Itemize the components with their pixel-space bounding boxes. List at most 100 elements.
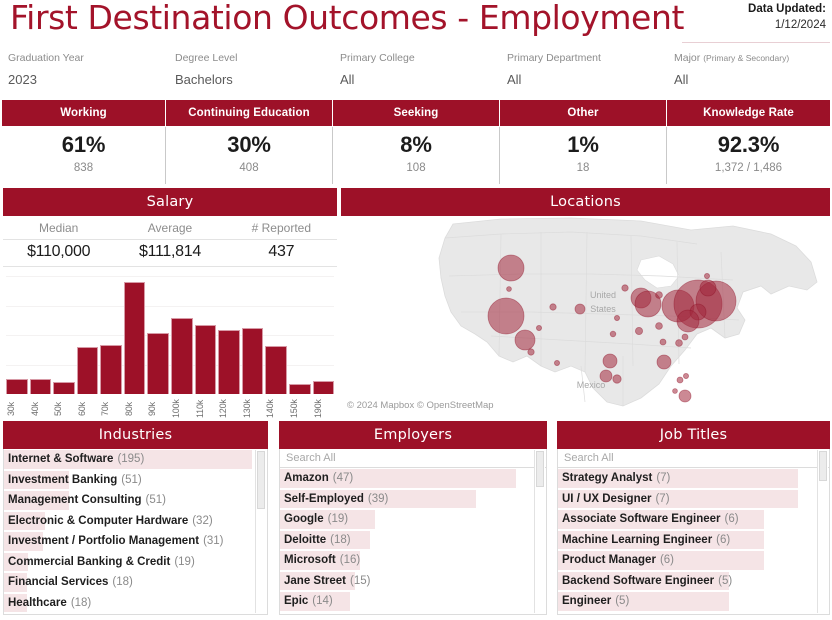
kpi-tile-seeking[interactable]: Seeking 8% 108 bbox=[333, 100, 499, 184]
kpi-tile-knowledge-rate[interactable]: Knowledge Rate 92.3% 1,372 / 1,486 bbox=[667, 100, 830, 184]
list-item-count: (6) bbox=[716, 533, 731, 546]
list-item[interactable]: Jane Street (15) bbox=[280, 571, 546, 592]
list-item[interactable]: Investment Banking (51) bbox=[4, 470, 267, 491]
histogram-bar[interactable] bbox=[76, 346, 99, 394]
list-item[interactable]: Google (19) bbox=[280, 509, 546, 530]
page-title: First Destination Outcomes - Employment bbox=[10, 0, 685, 37]
filter-graduation-year[interactable]: Graduation Year 2023 bbox=[8, 52, 84, 87]
histogram-tick-label: 70k bbox=[100, 402, 111, 416]
list-item-label: Amazon bbox=[284, 472, 329, 485]
list-item[interactable]: UI / UX Designer (7) bbox=[558, 489, 829, 510]
filter-degree-level[interactable]: Degree Level Bachelors bbox=[175, 52, 237, 87]
scrollbar-thumb[interactable] bbox=[819, 451, 827, 481]
kpi-tile-other[interactable]: Other 1% 18 bbox=[500, 100, 666, 184]
industries-scrollbar[interactable] bbox=[255, 450, 266, 613]
list-item[interactable]: Machine Learning Engineer (6) bbox=[558, 530, 829, 551]
list-item[interactable]: Commercial Banking & Credit (19) bbox=[4, 552, 267, 573]
filter-label: Primary College bbox=[340, 52, 415, 64]
list-item-label: Electronic & Computer Hardware bbox=[8, 514, 189, 527]
salary-stat-label: # Reported bbox=[251, 221, 311, 235]
filter-value[interactable]: All bbox=[507, 72, 601, 87]
list-item[interactable]: Management Consulting (51) bbox=[4, 490, 267, 511]
job-titles-panel-title: Job Titles bbox=[557, 421, 830, 449]
locations-panel: Locations United States Mexico © 2024 Ma… bbox=[341, 188, 830, 413]
job-titles-search-input[interactable]: Search All bbox=[558, 449, 829, 468]
industries-panel: Industries Internet & Software (195) Inves… bbox=[3, 421, 268, 615]
salary-stat-value: $111,814 bbox=[139, 243, 201, 260]
list-item[interactable]: Electronic & Computer Hardware (32) bbox=[4, 511, 267, 532]
histogram-bar[interactable] bbox=[29, 379, 52, 394]
filter-primary-college[interactable]: Primary College All bbox=[340, 52, 415, 87]
map-label-states: States bbox=[590, 304, 616, 314]
job-titles-rows: Strategy Analyst (7) UI / UX Designer (7) As… bbox=[558, 468, 829, 612]
histogram-bar[interactable] bbox=[123, 281, 146, 394]
list-item[interactable]: Microsoft (16) bbox=[280, 550, 546, 571]
histogram-bar[interactable] bbox=[218, 329, 240, 394]
kpi-subvalue: 838 bbox=[73, 162, 94, 174]
list-item-count: (18) bbox=[330, 533, 351, 546]
list-item-label: Product Manager bbox=[562, 554, 656, 567]
filter-value[interactable]: 2023 bbox=[8, 72, 84, 87]
histogram-bar[interactable] bbox=[241, 327, 264, 394]
histogram-bar[interactable] bbox=[312, 380, 335, 394]
kpi-tile-working[interactable]: Working 61% 838 bbox=[2, 100, 165, 184]
list-item-label: Backend Software Engineer bbox=[562, 574, 715, 587]
list-item-count: (18) bbox=[112, 576, 133, 589]
histogram-bar[interactable] bbox=[171, 317, 193, 394]
list-item[interactable]: Product Manager (6) bbox=[558, 550, 829, 571]
job-titles-scrollbar[interactable] bbox=[817, 450, 828, 613]
kpi-tile-continuing-education[interactable]: Continuing Education 30% 408 bbox=[166, 100, 332, 184]
list-item[interactable]: Strategy Analyst (7) bbox=[558, 468, 829, 489]
list-item-label: Google bbox=[284, 513, 324, 526]
list-item[interactable]: Engineer (5) bbox=[558, 591, 829, 612]
list-item-count: (5) bbox=[718, 574, 733, 587]
filter-value[interactable]: Bachelors bbox=[175, 72, 237, 87]
employers-scrollbar[interactable] bbox=[534, 450, 545, 613]
title-zone: First Destination Outcomes - Employment … bbox=[0, 0, 832, 44]
employers-list-body: Search All Amazon (47) Self-Employed (39) Go… bbox=[279, 449, 547, 615]
histogram-bar[interactable] bbox=[100, 344, 122, 394]
map-label-united: United bbox=[590, 290, 616, 300]
list-item-label: Deloitte bbox=[284, 533, 327, 546]
map-canvas[interactable]: United States Mexico © 2024 Mapbox © Ope… bbox=[341, 216, 830, 413]
histogram-bar[interactable] bbox=[147, 333, 170, 394]
list-item[interactable]: Amazon (47) bbox=[280, 468, 546, 489]
list-item[interactable]: Backend Software Engineer (5) bbox=[558, 571, 829, 592]
filter-label-text: Major bbox=[674, 52, 701, 64]
filter-major[interactable]: Major (Primary & Secondary) All bbox=[674, 52, 789, 87]
list-item-label: Epic bbox=[284, 595, 309, 608]
list-item[interactable]: Investment / Portfolio Management (31) bbox=[4, 531, 267, 552]
histogram-tick-label: 100k bbox=[171, 399, 182, 419]
scrollbar-thumb[interactable] bbox=[257, 451, 265, 509]
histogram-tick-label: 120k bbox=[218, 399, 229, 419]
list-item-count: (6) bbox=[659, 554, 674, 567]
bottom-row: Industries Internet & Software (195) Inves… bbox=[0, 421, 832, 617]
map-graphic: United States Mexico bbox=[341, 216, 830, 413]
filter-primary-department[interactable]: Primary Department All bbox=[507, 52, 601, 87]
employers-search-input[interactable]: Search All bbox=[280, 449, 546, 468]
histogram-bar[interactable] bbox=[6, 379, 28, 394]
scrollbar-thumb[interactable] bbox=[536, 451, 544, 487]
kpi-value: 8% bbox=[400, 132, 432, 157]
kpi-divider bbox=[332, 127, 333, 184]
list-item[interactable]: Deloitte (18) bbox=[280, 530, 546, 551]
map-label-mexico: Mexico bbox=[577, 380, 606, 390]
histogram-bar[interactable] bbox=[288, 383, 311, 394]
list-item[interactable]: Financial Services (18) bbox=[4, 572, 267, 593]
list-item[interactable]: Healthcare (18) bbox=[4, 593, 267, 614]
histogram-bar[interactable] bbox=[53, 381, 75, 394]
list-item-count: (51) bbox=[145, 494, 166, 507]
list-item[interactable]: Associate Software Engineer (6) bbox=[558, 509, 829, 530]
filter-value[interactable]: All bbox=[674, 72, 789, 87]
list-item[interactable]: Internet & Software (195) bbox=[4, 449, 267, 470]
histogram-tick-label: 40k bbox=[29, 402, 40, 416]
histogram-bar[interactable] bbox=[194, 325, 217, 394]
salary-histogram bbox=[6, 276, 335, 394]
histogram-bar[interactable] bbox=[265, 345, 287, 394]
list-item[interactable]: Epic (14) bbox=[280, 591, 546, 612]
filter-value[interactable]: All bbox=[340, 72, 415, 87]
list-item[interactable]: Self-Employed (39) bbox=[280, 489, 546, 510]
industries-panel-title: Industries bbox=[3, 421, 268, 449]
industries-rows: Internet & Software (195) Investment Banki… bbox=[4, 449, 267, 613]
data-updated-block: Data Updated: 1/12/2024 bbox=[748, 2, 826, 33]
